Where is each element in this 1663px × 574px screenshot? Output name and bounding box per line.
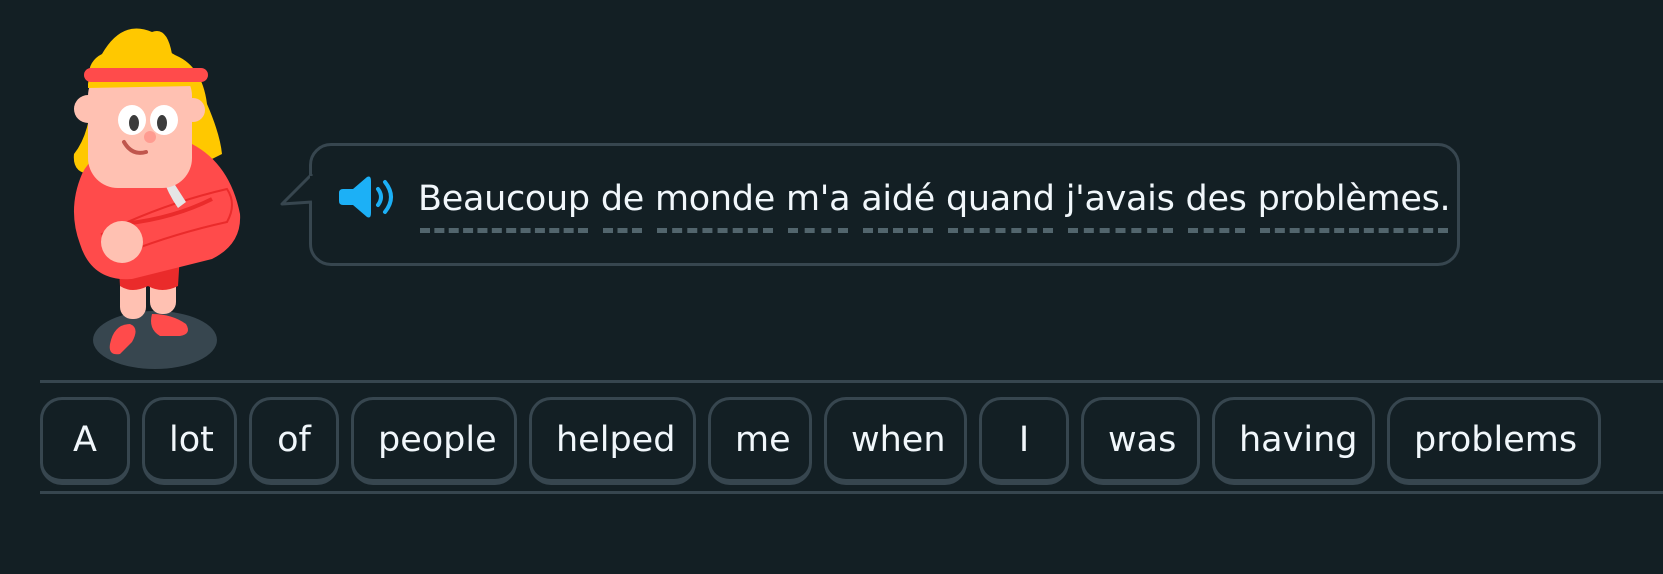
prompt-word[interactable]: m'a xyxy=(786,176,851,233)
word-tile[interactable]: of xyxy=(249,397,339,485)
character-illustration xyxy=(73,28,241,369)
word-tile[interactable]: was xyxy=(1081,397,1200,485)
prompt-word[interactable]: problèmes. xyxy=(1258,176,1451,233)
word-tile[interactable]: me xyxy=(708,397,812,485)
speech-bubble-tail xyxy=(280,172,318,206)
prompt-word[interactable]: quand xyxy=(946,176,1055,233)
prompt-word[interactable]: j'avais xyxy=(1066,176,1175,233)
word-bank: A lot of people helped me when I was hav… xyxy=(40,397,1601,485)
word-tile[interactable]: people xyxy=(351,397,517,485)
word-tile[interactable]: helped xyxy=(529,397,696,485)
word-tile[interactable]: having xyxy=(1212,397,1375,485)
prompt-word[interactable]: aidé xyxy=(861,176,935,233)
word-tile[interactable]: A xyxy=(40,397,130,485)
answer-line-top xyxy=(40,380,1663,383)
prompt-word[interactable]: monde xyxy=(655,176,775,233)
word-tile[interactable]: when xyxy=(824,397,967,485)
word-tile[interactable]: lot xyxy=(142,397,237,485)
speaker-icon[interactable] xyxy=(339,173,397,221)
word-tile[interactable]: problems xyxy=(1387,397,1601,485)
prompt-word[interactable]: des xyxy=(1186,176,1247,233)
answer-line-bottom xyxy=(40,491,1663,494)
prompt-word[interactable]: Beaucoup xyxy=(418,176,590,233)
word-tile[interactable]: I xyxy=(979,397,1069,485)
prompt-sentence: Beaucoup de monde m'a aidé quand j'avais… xyxy=(418,176,1451,233)
prompt-word[interactable]: de xyxy=(601,176,644,233)
